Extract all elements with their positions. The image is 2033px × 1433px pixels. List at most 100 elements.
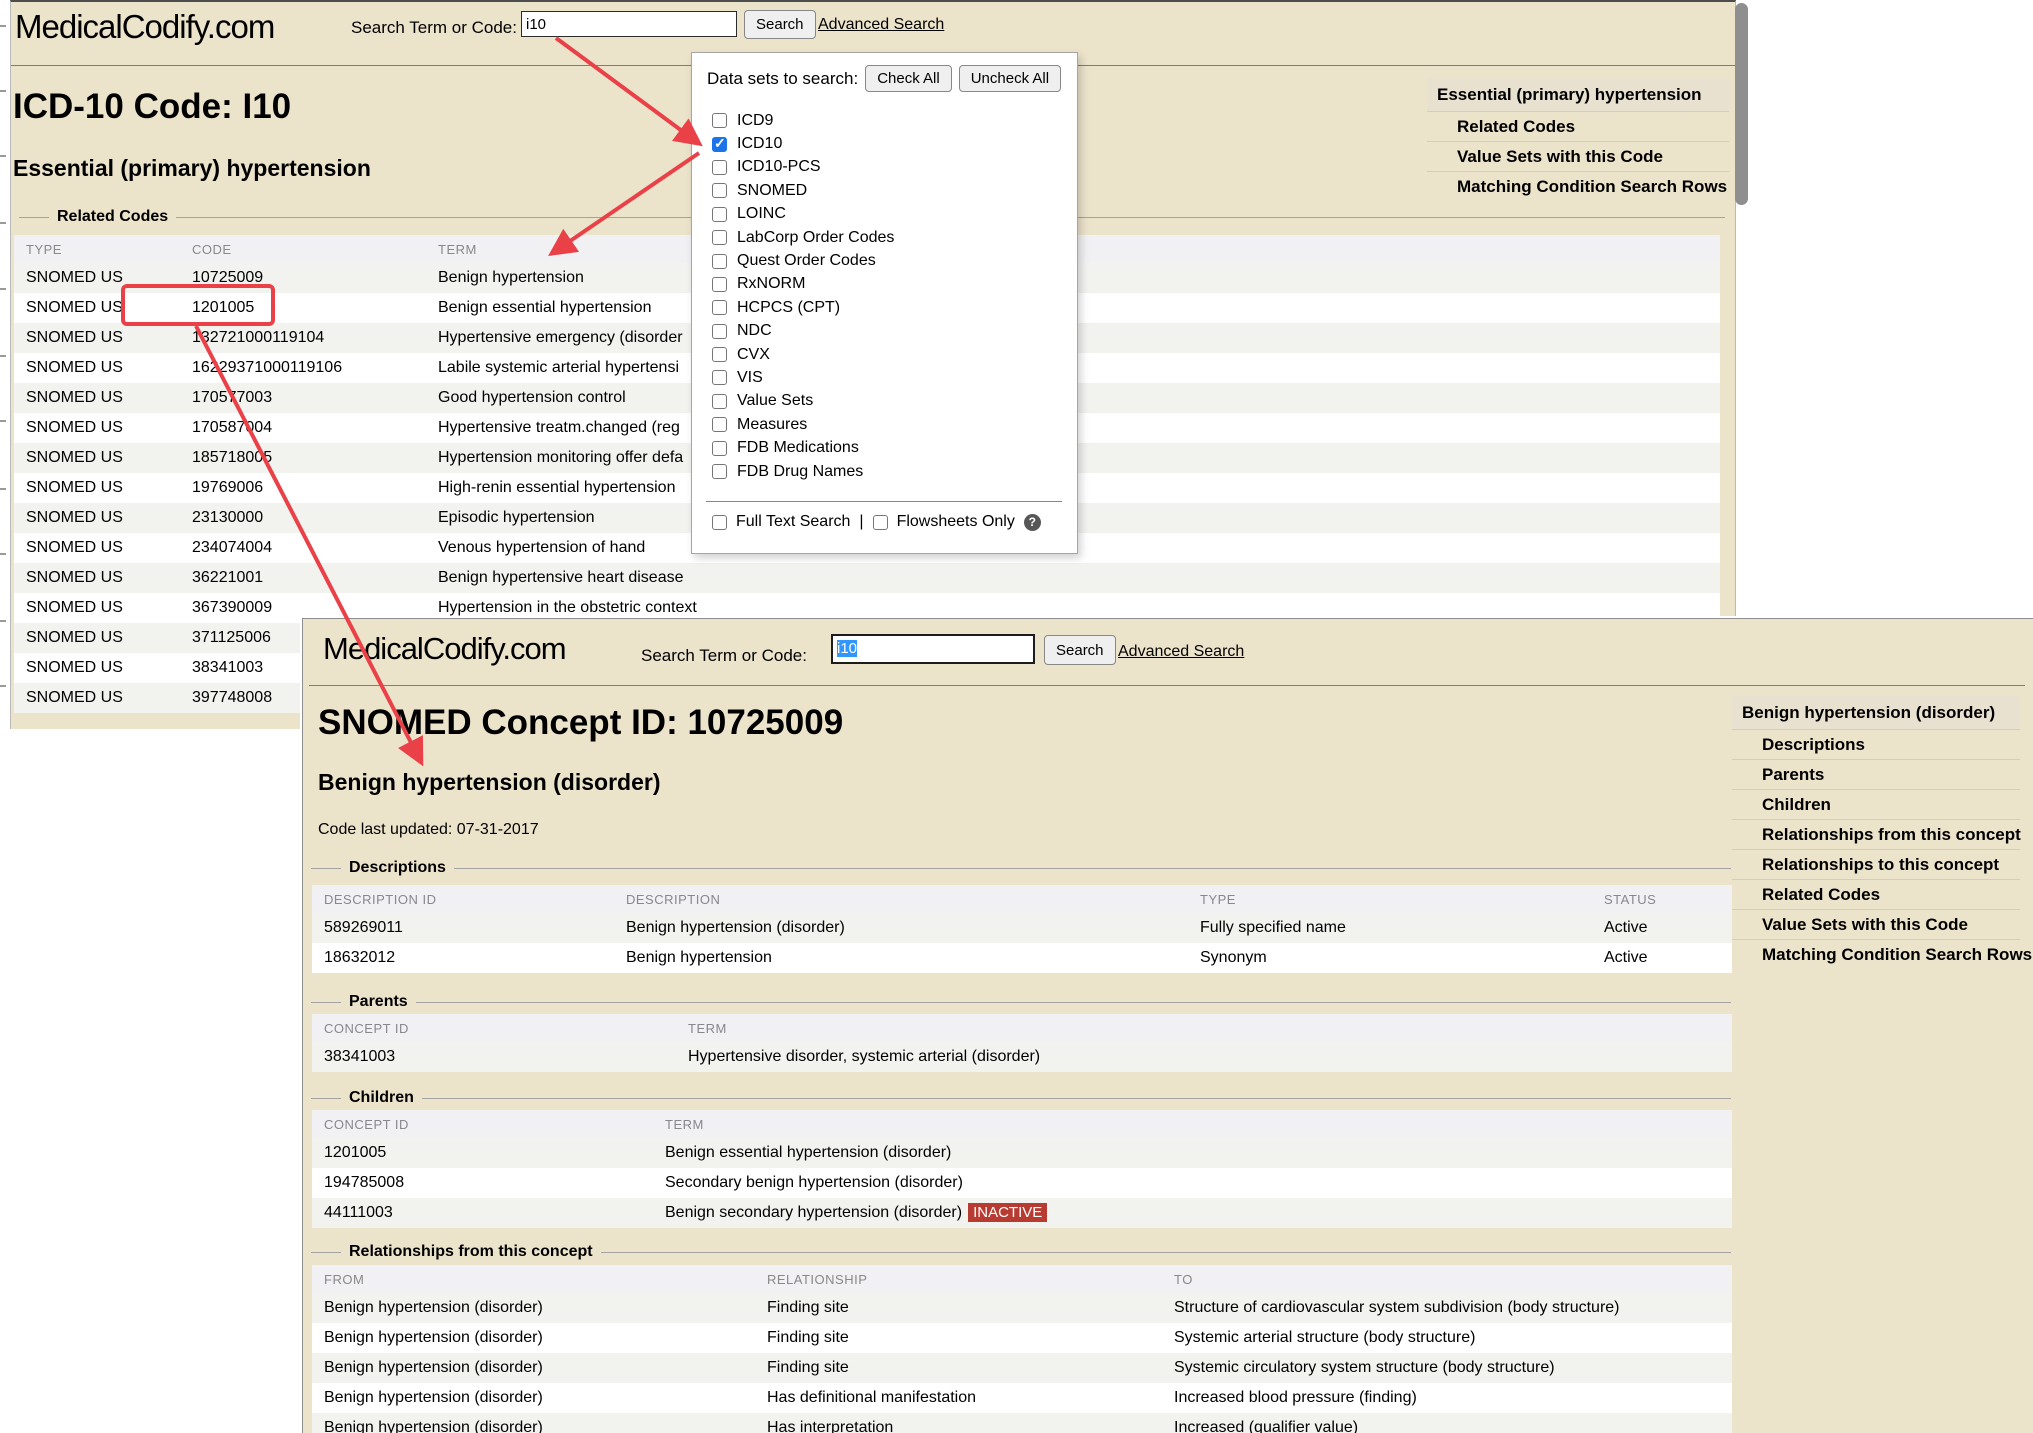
sidebar-item[interactable]: Parents — [1732, 759, 2020, 789]
full-text-search-checkbox[interactable] — [712, 515, 727, 530]
cell-code[interactable]: 170587004 — [180, 413, 426, 443]
cell-code[interactable]: 19769006 — [180, 473, 426, 503]
sidebar-item[interactable]: Matching Condition Search Rows — [1427, 171, 1729, 201]
sidebar-item[interactable]: Essential (primary) hypertension — [1427, 78, 1729, 111]
checkbox-icon[interactable] — [712, 464, 727, 479]
dataset-option[interactable]: NDC — [712, 320, 894, 343]
scrollbar-thumb[interactable] — [1735, 3, 1748, 205]
cell-concept-id[interactable]: 38341003 — [312, 1042, 676, 1072]
cell-code[interactable]: 185718005 — [180, 443, 426, 473]
search-button[interactable]: Search — [1044, 635, 1116, 665]
inactive-badge: INACTIVE — [968, 1203, 1047, 1222]
sidebar-item[interactable]: Relationships to this concept — [1732, 849, 2020, 879]
site-logo[interactable]: MedicalCodify.com — [15, 8, 274, 46]
cell-relationship: Has interpretation — [755, 1413, 1162, 1433]
sidebar-item[interactable]: Matching Condition Search Rows — [1732, 939, 2020, 969]
dataset-option[interactable]: ICD9 — [712, 109, 894, 132]
advanced-search-link[interactable]: Advanced Search — [1118, 643, 1244, 661]
cell-from: Benign hypertension (disorder) — [312, 1323, 755, 1353]
col-description-id: DESCRIPTION ID — [312, 885, 614, 913]
checkbox-icon[interactable] — [712, 160, 727, 175]
page-subtitle: Essential (primary) hypertension — [13, 155, 371, 182]
sidebar-item[interactable]: Benign hypertension (disorder) — [1732, 696, 2020, 729]
col-concept-id: CONCEPT ID — [312, 1110, 653, 1138]
cell-status: Active — [1592, 913, 1732, 943]
dataset-option[interactable]: LOINC — [712, 203, 894, 226]
page-title: ICD-10 Code: I10 — [13, 87, 291, 127]
sidebar-item[interactable]: Value Sets with this Code — [1732, 909, 2020, 939]
checkbox-icon[interactable] — [712, 277, 727, 292]
cell-type: SNOMED US — [14, 653, 180, 683]
dataset-option[interactable]: Value Sets — [712, 390, 894, 413]
cell-term: Secondary benign hypertension (disorder) — [653, 1168, 1732, 1198]
sidebar-item[interactable]: Relationships from this concept — [1732, 819, 2020, 849]
cell-relationship: Finding site — [755, 1293, 1162, 1323]
checkbox-icon[interactable] — [712, 230, 727, 245]
dataset-option[interactable]: SNOMED — [712, 179, 894, 202]
sidebar-item[interactable]: Descriptions — [1732, 729, 2020, 759]
check-all-button[interactable]: Check All — [865, 65, 952, 92]
cell-code[interactable]: 1201005 — [180, 293, 426, 323]
table-row: Benign hypertension (disorder) Has defin… — [312, 1383, 1732, 1413]
sidebar-item[interactable]: Value Sets with this Code — [1427, 141, 1729, 171]
cell-relationship: Has definitional manifestation — [755, 1383, 1162, 1413]
children-table: CONCEPT ID TERM 1201005 Benign essential… — [312, 1110, 1732, 1228]
checkbox-icon[interactable] — [712, 370, 727, 385]
cell-code[interactable]: 10725009 — [180, 263, 426, 293]
dataset-option[interactable]: RxNORM — [712, 273, 894, 296]
cell-type: SNOMED US — [14, 503, 180, 533]
checkbox-icon[interactable] — [712, 394, 727, 409]
dataset-option[interactable]: FDB Medications — [712, 436, 894, 459]
flowsheets-only-label: Flowsheets Only — [897, 513, 1015, 531]
checkbox-icon[interactable] — [712, 347, 727, 362]
checkbox-icon[interactable] — [712, 417, 727, 432]
checkbox-icon[interactable] — [712, 207, 727, 222]
search-input[interactable]: i10 — [831, 634, 1035, 664]
checkbox-icon[interactable] — [712, 183, 727, 198]
sidebar-item[interactable]: Related Codes — [1427, 111, 1729, 141]
checkbox-icon[interactable] — [712, 300, 727, 315]
checkbox-icon[interactable] — [712, 441, 727, 456]
sidebar-item[interactable]: Children — [1732, 789, 2020, 819]
dataset-option[interactable]: ICD10-PCS — [712, 156, 894, 179]
dataset-option-label: NDC — [737, 322, 772, 340]
sidebar-item[interactable]: Related Codes — [1732, 879, 2020, 909]
dataset-option[interactable]: CVX — [712, 343, 894, 366]
dataset-option[interactable]: VIS — [712, 366, 894, 389]
cell-concept-id[interactable]: 44111003 — [312, 1198, 653, 1228]
cell-to: Systemic circulatory system structure (b… — [1162, 1353, 1732, 1383]
search-button[interactable]: Search — [744, 10, 816, 39]
dataset-option[interactable]: FDB Drug Names — [712, 460, 894, 483]
cell-type: SNOMED US — [14, 683, 180, 713]
cell-code[interactable]: 170577003 — [180, 383, 426, 413]
dataset-option[interactable]: HCPCS (CPT) — [712, 296, 894, 319]
dataset-option-label: VIS — [737, 369, 763, 387]
cell-concept-id[interactable]: 194785008 — [312, 1168, 653, 1198]
search-label: Search Term or Code: — [641, 646, 807, 666]
dataset-option[interactable]: ICD10 — [712, 132, 894, 155]
dataset-option-label: SNOMED — [737, 182, 807, 200]
cell-code[interactable]: 132721000119104 — [180, 323, 426, 353]
checkbox-icon[interactable] — [712, 254, 727, 269]
help-icon[interactable]: ? — [1024, 514, 1041, 531]
flowsheets-only-checkbox[interactable] — [873, 515, 888, 530]
cell-code[interactable]: 36221001 — [180, 563, 426, 593]
checkbox-icon[interactable] — [712, 324, 727, 339]
checkbox-icon[interactable] — [712, 137, 727, 152]
dataset-option[interactable]: LabCorp Order Codes — [712, 226, 894, 249]
dataset-option[interactable]: Measures — [712, 413, 894, 436]
uncheck-all-button[interactable]: Uncheck All — [959, 65, 1061, 92]
descriptions-table: DESCRIPTION ID DESCRIPTION TYPE STATUS 5… — [312, 885, 1732, 973]
search-input[interactable] — [521, 11, 737, 37]
cell-concept-id[interactable]: 1201005 — [312, 1138, 653, 1168]
checkbox-icon[interactable] — [712, 113, 727, 128]
cell-code[interactable]: 234074004 — [180, 533, 426, 563]
dataset-option[interactable]: Quest Order Codes — [712, 249, 894, 272]
cell-code[interactable]: 16229371000119106 — [180, 353, 426, 383]
advanced-search-link[interactable]: Advanced Search — [818, 16, 944, 34]
table-header-row: DESCRIPTION ID DESCRIPTION TYPE STATUS — [312, 885, 1732, 913]
site-logo[interactable]: MedicalCodify.com — [323, 631, 566, 667]
cell-code[interactable]: 23130000 — [180, 503, 426, 533]
dataset-option-label: Measures — [737, 416, 807, 434]
dropdown-footer: Full Text Search | Flowsheets Only ? — [712, 513, 1041, 531]
